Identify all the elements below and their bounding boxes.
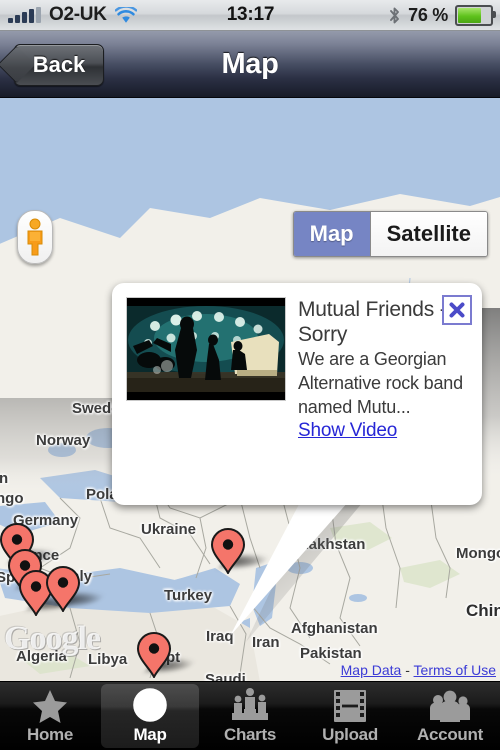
app-screen: O2-UK 13:17 76 % Map Back Swede Norway P… (0, 0, 500, 750)
map-data-link[interactable]: Map Data (341, 662, 402, 678)
people-group-icon (429, 687, 471, 723)
wifi-icon (114, 4, 138, 24)
tab-charts-label: Charts (223, 725, 277, 744)
map-view[interactable]: Swede Norway Poland Germany Ukraine Fran… (0, 98, 500, 682)
tab-bar: Home Map Charts Upload Account (0, 681, 500, 750)
map-type-control[interactable]: Map Satellite (292, 211, 488, 257)
battery-percent-label: 76 % (408, 4, 448, 25)
signal-bars-icon (8, 7, 41, 23)
status-bar: O2-UK 13:17 76 % (0, 0, 500, 31)
map-pin[interactable] (137, 632, 198, 678)
bubble-description: We are a Georgian Alternative rock band … (298, 349, 463, 417)
bluetooth-icon (388, 6, 401, 25)
tab-account[interactable]: Account (401, 684, 499, 748)
close-x-icon[interactable] (442, 295, 472, 325)
battery-icon (455, 4, 496, 26)
back-button[interactable]: Back (14, 44, 104, 86)
back-button-label: Back (32, 52, 86, 77)
tab-home-label: Home (26, 725, 74, 744)
tab-account-label: Account (417, 725, 483, 744)
map-type-map-button[interactable]: Map (293, 212, 370, 256)
credits-separator: - (405, 662, 410, 678)
tab-map-label: Map (133, 725, 167, 744)
status-bar-left: O2-UK (0, 4, 178, 26)
show-video-link[interactable]: Show Video (298, 420, 397, 442)
carrier-label: O2-UK (49, 4, 107, 25)
navigation-bar: Map Back (0, 31, 500, 98)
globe-icon (132, 687, 168, 723)
map-credits: Map Data - Terms of Use (341, 662, 496, 678)
street-view-pegman-icon[interactable] (17, 210, 53, 264)
film-strip-icon (332, 687, 368, 723)
status-bar-right: 76 % (323, 4, 500, 26)
status-bar-center: 13:17 (178, 4, 323, 26)
tab-home[interactable]: Home (1, 684, 99, 748)
map-pin[interactable] (46, 566, 107, 612)
star-icon (32, 687, 68, 723)
map-pin-selected[interactable] (211, 528, 272, 574)
video-thumbnail[interactable] (126, 297, 286, 401)
tab-upload-label: Upload (322, 725, 378, 744)
info-bubble-content: Mutual Friends - Sorry We are a Georgian… (112, 283, 482, 442)
map-type-satellite-button[interactable]: Satellite (369, 212, 487, 256)
tab-map[interactable]: Map (101, 684, 199, 748)
tab-charts[interactable]: Charts (201, 684, 299, 748)
podium-people-icon (230, 687, 270, 723)
terms-of-use-link[interactable]: Terms of Use (414, 662, 496, 678)
info-bubble[interactable]: Mutual Friends - Sorry We are a Georgian… (112, 283, 482, 505)
clock-label: 13:17 (226, 4, 275, 25)
tab-upload[interactable]: Upload (301, 684, 399, 748)
